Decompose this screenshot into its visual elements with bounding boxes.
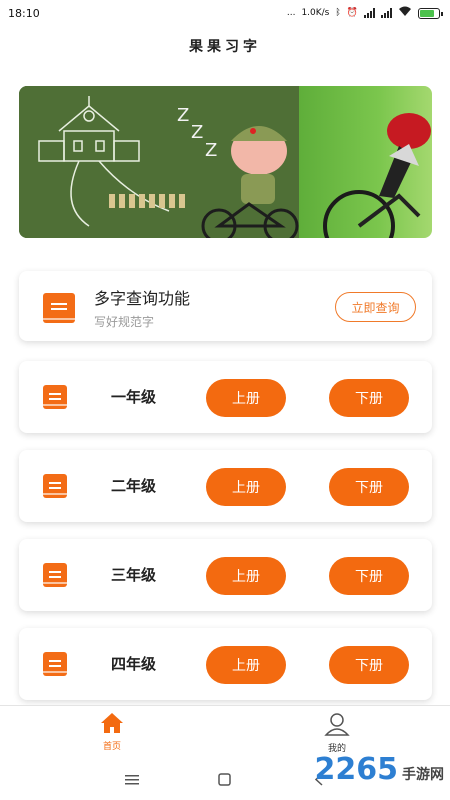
bluetooth-icon: ᛒ: [335, 8, 341, 18]
banner-slide-cyclist: [299, 86, 432, 238]
svg-text:Z: Z: [205, 140, 217, 161]
menu-icon[interactable]: [125, 771, 139, 790]
book-icon: [43, 474, 67, 498]
grade-1-lower-button[interactable]: 下册: [329, 379, 409, 417]
svg-text:Z: Z: [177, 105, 189, 126]
grade-card-1: 一年级 上册 下册: [19, 361, 432, 433]
network-speed: 1.0K/s: [301, 8, 330, 18]
home-square-icon[interactable]: [218, 771, 231, 790]
wifi-icon: [398, 6, 412, 20]
tab-mine[interactable]: 我的: [307, 712, 367, 754]
alarm-icon: ⏰: [346, 8, 358, 18]
grade-label: 二年级: [111, 477, 157, 495]
book-icon: [43, 563, 67, 587]
svg-text:Z: Z: [191, 122, 203, 143]
search-card-title: 多字查询功能: [94, 289, 191, 308]
grade-4-lower-button[interactable]: 下册: [329, 646, 409, 684]
grade-label: 三年级: [111, 566, 157, 584]
status-dots: ...: [286, 8, 296, 18]
bottom-tab-bar: 首页 我的: [0, 705, 450, 755]
multi-char-search-card: 多字查询功能 写好规范字 立即查询: [19, 271, 432, 341]
status-bar: 18:10 ... 1.0K/s ᛒ ⏰: [0, 0, 450, 26]
grade-card-4: 四年级 上册 下册: [19, 628, 432, 700]
grade-card-3: 三年级 上册 下册: [19, 539, 432, 611]
tab-home-label: 首页: [102, 742, 121, 752]
grade-label: 一年级: [111, 388, 157, 406]
status-time: 18:10: [8, 6, 40, 20]
query-now-button[interactable]: 立即查询: [335, 292, 416, 322]
book-icon: [43, 652, 67, 676]
user-icon: [307, 712, 367, 739]
grade-label: 四年级: [111, 655, 157, 673]
signal-icon-2: [381, 8, 392, 18]
grade-card-2: 二年级 上册 下册: [19, 450, 432, 522]
grade-2-lower-button[interactable]: 下册: [329, 468, 409, 506]
search-card-subtitle: 写好规范字: [94, 315, 155, 329]
page-title: 果果习字: [189, 39, 261, 55]
tab-home[interactable]: 首页: [82, 712, 142, 752]
watermark-number: 2265: [314, 752, 399, 787]
status-icons: ... 1.0K/s ᛒ ⏰: [286, 6, 443, 20]
watermark-logo: 2265 手游网: [315, 752, 445, 787]
battery-icon: [418, 7, 443, 19]
grade-1-upper-button[interactable]: 上册: [206, 379, 286, 417]
book-icon: [43, 385, 67, 409]
watermark-suffix: 手游网: [402, 767, 444, 783]
grade-3-upper-button[interactable]: 上册: [206, 557, 286, 595]
grade-2-upper-button[interactable]: 上册: [206, 468, 286, 506]
banner-slide-cartoon: ZZZ: [19, 86, 299, 238]
grade-3-lower-button[interactable]: 下册: [329, 557, 409, 595]
banner-carousel[interactable]: ZZZ: [19, 86, 432, 238]
book-icon: [43, 293, 75, 323]
grade-4-upper-button[interactable]: 上册: [206, 646, 286, 684]
signal-icon: [364, 8, 375, 18]
home-icon: [82, 712, 142, 737]
